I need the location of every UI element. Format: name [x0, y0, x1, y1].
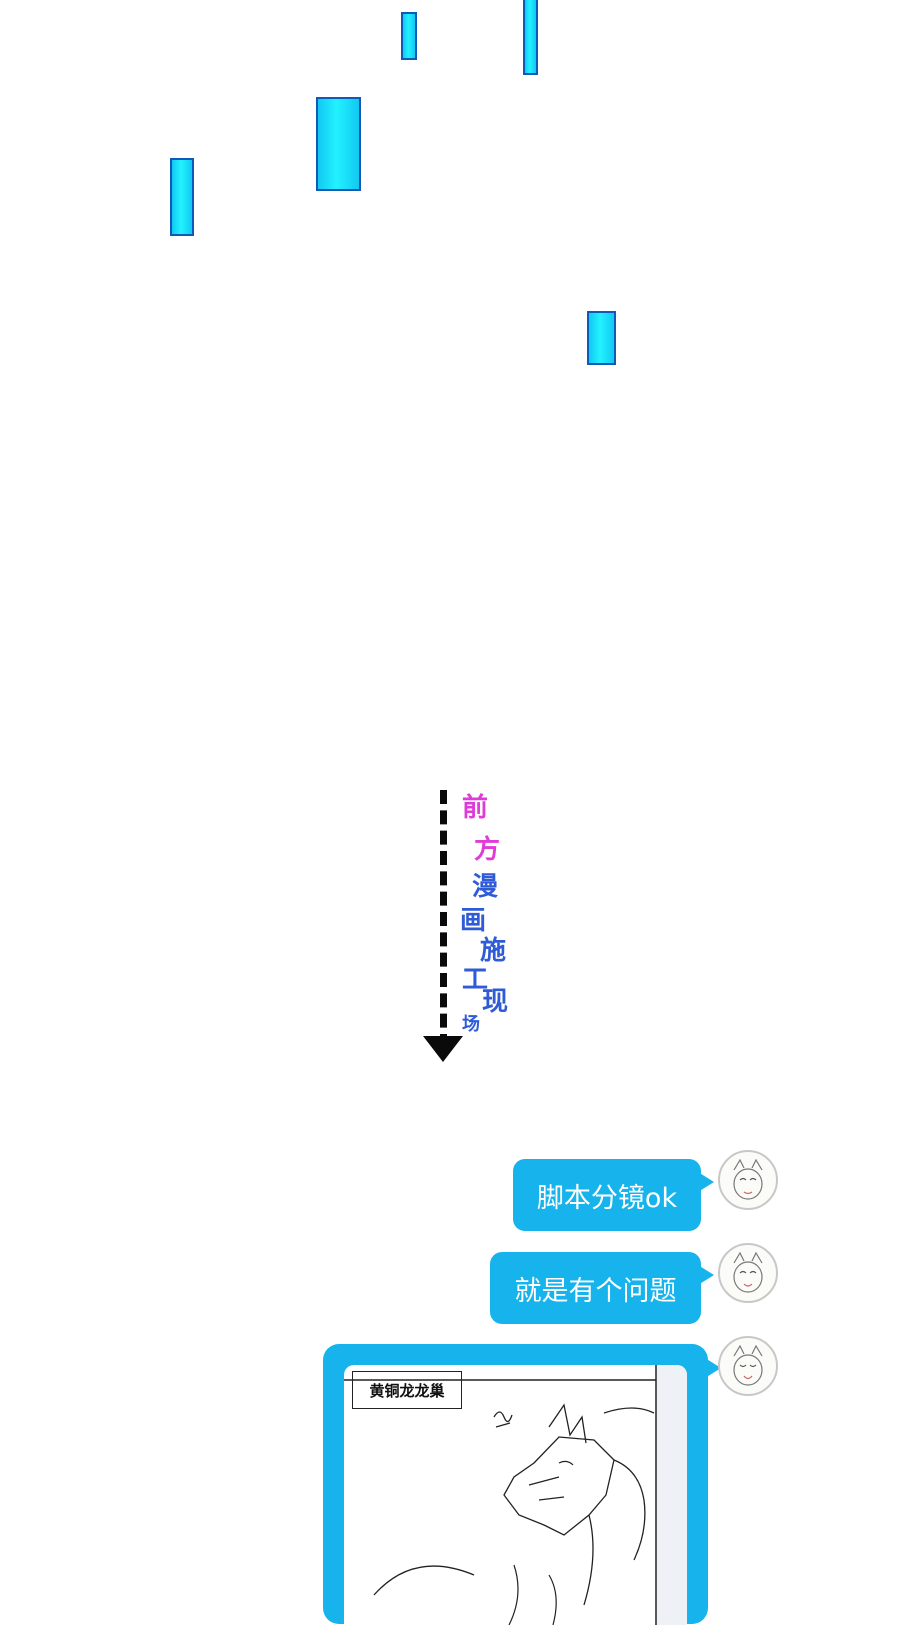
caption-char: 前 — [462, 793, 489, 823]
avatar-sketch-icon — [733, 1344, 763, 1386]
cyan-bar-decoration — [316, 97, 361, 191]
avatar[interactable] — [718, 1336, 778, 1396]
caption-char: 画 — [460, 906, 487, 936]
storyboard-sketch: 黄铜龙龙巢 — [344, 1365, 687, 1625]
caption-char: 场 — [462, 1014, 480, 1035]
bubble-tail — [698, 1172, 714, 1192]
chat-message-text: 脚本分镜ok — [536, 1182, 678, 1214]
avatar[interactable] — [718, 1150, 778, 1210]
caption-char: 施 — [480, 936, 507, 966]
cyan-bar-decoration — [587, 311, 616, 365]
dashed-arrow-line — [440, 790, 447, 1048]
chat-bubble: 脚本分镜ok — [513, 1159, 701, 1231]
cyan-bar-decoration — [401, 12, 417, 60]
caption-char: 漫 — [472, 872, 499, 902]
sketch-location-label: 黄铜龙龙巢 — [352, 1371, 462, 1409]
arrow-down-icon — [423, 1036, 463, 1062]
cyan-bar-decoration — [523, 0, 538, 75]
cyan-bar-decoration — [170, 158, 194, 236]
chat-bubble: 就是有个问题 — [490, 1252, 701, 1324]
avatar[interactable] — [718, 1243, 778, 1303]
caption-char: 方 — [474, 835, 501, 865]
chat-message-text: 就是有个问题 — [514, 1275, 677, 1307]
bubble-tail — [698, 1265, 714, 1285]
avatar-sketch-icon — [733, 1251, 763, 1293]
caption-char: 现 — [482, 987, 509, 1017]
avatar-sketch-icon — [733, 1158, 763, 1200]
